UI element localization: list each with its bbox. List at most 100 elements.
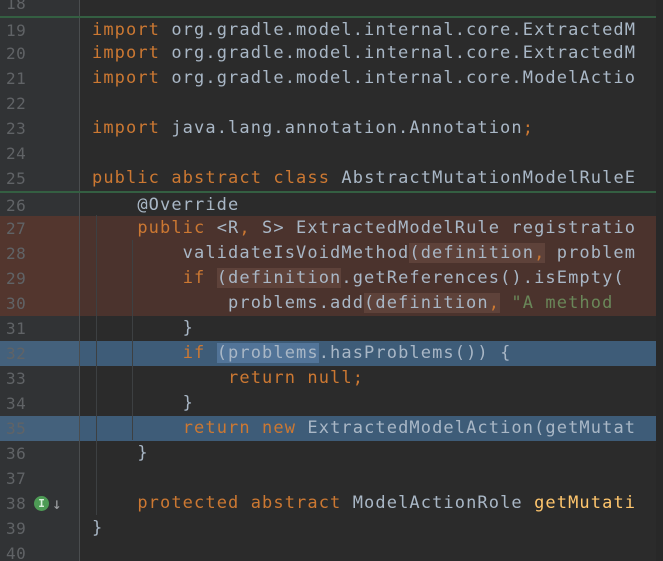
- code-token: .getReferences().isEmpty(: [341, 268, 625, 288]
- line-number[interactable]: 27: [0, 216, 80, 241]
- code-text[interactable]: public <R, S> ExtractedModelRule registr…: [80, 216, 663, 241]
- code-token: }: [92, 518, 104, 538]
- code-text[interactable]: }: [80, 316, 663, 341]
- code-text[interactable]: return new ExtractedModelAction(getMutat: [80, 416, 663, 441]
- code-line[interactable]: 33 return null;: [0, 366, 663, 391]
- code-text[interactable]: }: [80, 441, 663, 466]
- code-line[interactable]: 20 import org.gradle.model.internal.core.…: [0, 41, 663, 66]
- line-number[interactable]: 31: [0, 316, 80, 341]
- code-token: org.gradle.model.internal.core.Extracted…: [160, 20, 637, 40]
- code-text[interactable]: [80, 91, 663, 116]
- code-text[interactable]: }: [80, 516, 663, 541]
- code-token: new: [262, 418, 297, 438]
- code-text[interactable]: [80, 0, 663, 16]
- code-line[interactable]: 35 return new ExtractedModelAction(getMu…: [0, 416, 663, 441]
- code-line[interactable]: 40: [0, 541, 663, 561]
- code-line[interactable]: 36 }: [0, 441, 663, 466]
- indent-guide: [132, 240, 133, 440]
- code-text[interactable]: if (problems.hasProblems()) {: [80, 341, 663, 366]
- code-line[interactable]: 24: [0, 141, 663, 166]
- code-token: (definition: [409, 243, 535, 263]
- code-token: abstract: [171, 168, 263, 188]
- code-text[interactable]: protected abstract ModelActionRole getMu…: [80, 491, 663, 516]
- code-token: ModelActionRole: [341, 493, 535, 513]
- code-token: abstract: [250, 493, 342, 513]
- code-line[interactable]: 38 I ↓ protected abstract ModelActionRole …: [0, 491, 663, 516]
- code-line[interactable]: 37: [0, 466, 663, 491]
- implemented-marker-icon[interactable]: I: [34, 496, 49, 511]
- code-token: import: [92, 20, 161, 40]
- line-number[interactable]: 20: [0, 41, 80, 66]
- code-text[interactable]: import org.gradle.model.internal.core.Ex…: [80, 41, 663, 66]
- indent-guide: [96, 215, 97, 515]
- code-line[interactable]: 31 }: [0, 316, 663, 341]
- code-token: public: [92, 168, 161, 188]
- line-number[interactable]: 39: [0, 516, 80, 541]
- line-number[interactable]: 37: [0, 466, 80, 491]
- code-text[interactable]: validateIsVoidMethod(definition, problem: [80, 241, 663, 266]
- line-number[interactable]: 35: [0, 416, 80, 441]
- code-text[interactable]: @Override: [80, 193, 663, 216]
- code-line[interactable]: 22: [0, 91, 663, 116]
- code-line[interactable]: 19 import org.gradle.model.internal.core.…: [0, 16, 663, 41]
- code-line[interactable]: 29 if (definition.getReferences().isEmpt…: [0, 266, 663, 291]
- line-number[interactable]: 21: [0, 66, 80, 91]
- line-number[interactable]: 19: [0, 18, 80, 41]
- code-line[interactable]: 21 import org.gradle.model.internal.core.…: [0, 66, 663, 91]
- code-text[interactable]: problems.add(definition, "A method: [80, 291, 663, 316]
- code-token: if: [182, 268, 206, 288]
- code-text[interactable]: return null;: [80, 366, 663, 391]
- line-number[interactable]: 25: [0, 166, 80, 191]
- code-line[interactable]: 25 public abstract class AbstractMutation…: [0, 166, 663, 191]
- scrollbar-track[interactable]: [656, 0, 663, 561]
- code-token: import: [92, 43, 161, 63]
- code-text[interactable]: import java.lang.annotation.Annotation;: [80, 116, 663, 141]
- code-text[interactable]: [80, 141, 663, 166]
- code-line[interactable]: 27 public <R, S> ExtractedModelRule regi…: [0, 216, 663, 241]
- code-token: ,: [239, 218, 251, 238]
- code-text[interactable]: [80, 466, 663, 491]
- line-number[interactable]: 18: [0, 0, 80, 16]
- code-line[interactable]: 39}: [0, 516, 663, 541]
- line-number[interactable]: 24: [0, 141, 80, 166]
- code-text[interactable]: import org.gradle.model.internal.core.Ex…: [80, 18, 663, 41]
- code-token: null: [307, 368, 353, 388]
- line-number[interactable]: 23: [0, 116, 80, 141]
- code-token: S> ExtractedModelRule registratio: [250, 218, 637, 238]
- code-token: ;: [522, 118, 535, 138]
- code-token: protected: [137, 493, 240, 513]
- line-number[interactable]: 26: [0, 193, 80, 216]
- code-text[interactable]: public abstract class AbstractMutationMo…: [80, 166, 663, 191]
- line-number[interactable]: 32: [0, 341, 80, 366]
- code-text[interactable]: import org.gradle.model.internal.core.Mo…: [80, 66, 663, 91]
- code-text[interactable]: [80, 541, 663, 561]
- code-token: getMutati: [534, 493, 637, 513]
- code-line[interactable]: 30 problems.add(definition, "A method: [0, 291, 663, 316]
- line-number[interactable]: 33: [0, 366, 80, 391]
- editor-rows: 18 19 import org.gradle.model.internal.cor…: [0, 0, 663, 561]
- code-token: ;: [352, 368, 365, 388]
- line-number[interactable]: 34: [0, 391, 80, 416]
- code-line[interactable]: 32 if (problems.hasProblems()) {: [0, 341, 663, 366]
- line-number[interactable]: 40: [0, 541, 80, 561]
- line-number[interactable]: 29: [0, 266, 80, 291]
- code-line[interactable]: 18: [0, 0, 663, 16]
- code-line[interactable]: 28 validateIsVoidMethod(definition, prob…: [0, 241, 663, 266]
- code-line[interactable]: 23 import java.lang.annotation.Annotation…: [0, 116, 663, 141]
- code-token: org.gradle.model.internal.core.Extracted…: [160, 43, 637, 63]
- code-line[interactable]: 34 }: [0, 391, 663, 416]
- line-number[interactable]: 28: [0, 241, 80, 266]
- line-number[interactable]: 30: [0, 291, 80, 316]
- code-token: }: [92, 318, 195, 338]
- code-text[interactable]: }: [80, 391, 663, 416]
- line-number[interactable]: 36: [0, 441, 80, 466]
- code-token: (definition: [364, 293, 489, 313]
- line-number[interactable]: 38 I ↓: [0, 491, 80, 516]
- code-line[interactable]: 26 @Override: [0, 191, 663, 216]
- line-number[interactable]: 22: [0, 91, 80, 116]
- code-text[interactable]: if (definition.getReferences().isEmpty(: [80, 266, 663, 291]
